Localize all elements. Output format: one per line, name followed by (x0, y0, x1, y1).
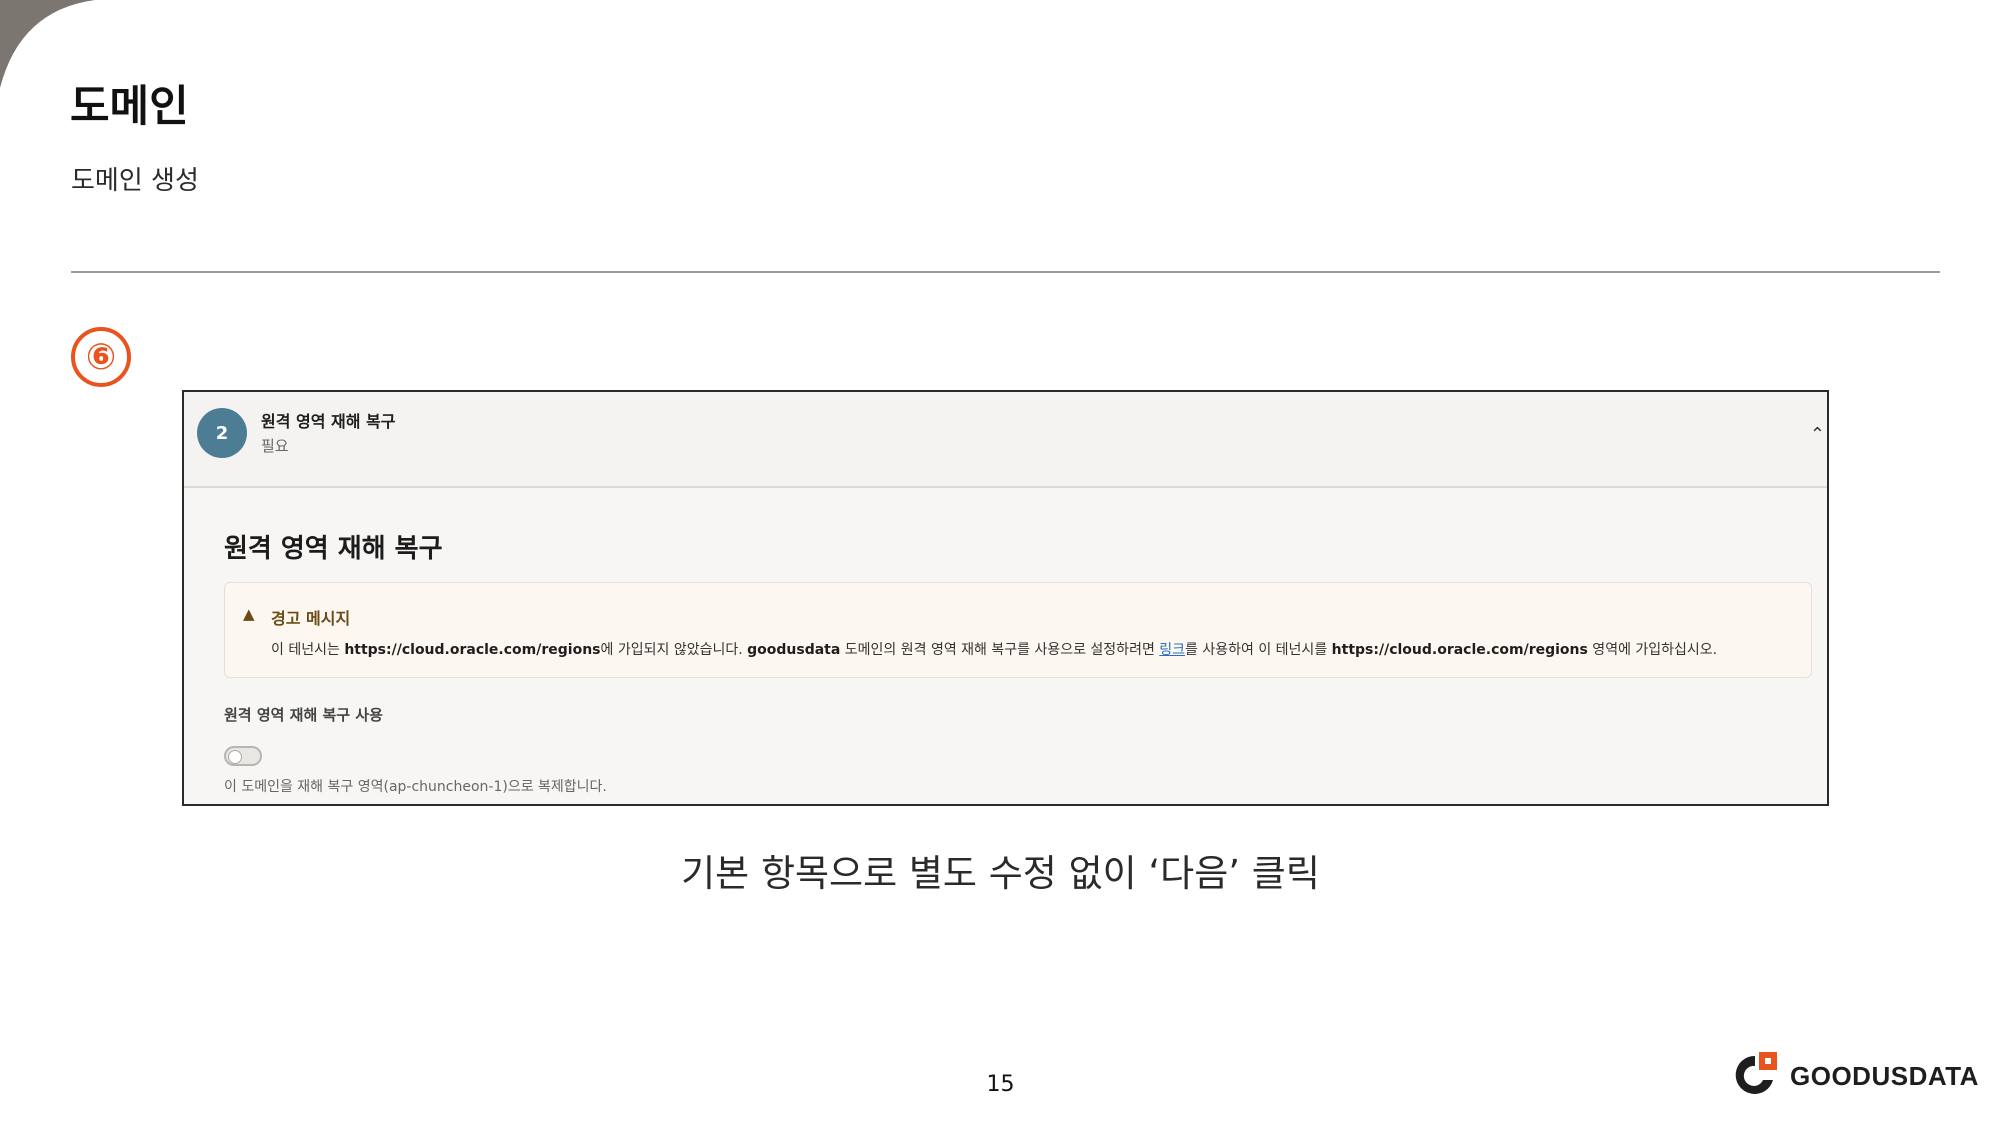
step-status: 필요 (261, 437, 289, 455)
slide-subtitle: 도메인 생성 (71, 166, 199, 196)
regions-url-2: https://cloud.oracle.com/regions (1331, 642, 1588, 658)
slide-title: 도메인 (70, 82, 189, 132)
toggle-label: 원격 영역 재해 복구 사용 (224, 706, 383, 724)
divider (71, 271, 1940, 273)
chevron-up-icon[interactable]: ⌃ (1810, 424, 1825, 445)
warning-title: 경고 메시지 (271, 609, 351, 628)
step-marker: ⑥ (71, 327, 131, 387)
warning-message-box: ▲ 경고 메시지 이 테넌시는 https://cloud.oracle.com… (224, 582, 1812, 678)
logo-text: GOODUSDATA (1790, 1061, 1979, 1091)
subscribe-link[interactable]: 링크 (1159, 642, 1185, 658)
page-number: 15 (986, 1072, 1015, 1097)
step-header[interactable]: 2 원격 영역 재해 복구 필요 ⌃ (184, 392, 1827, 488)
caption: 기본 항목으로 별도 수정 없이 ‘다음’ 클릭 (681, 852, 1320, 895)
disaster-recovery-toggle[interactable] (224, 746, 262, 766)
section-title: 원격 영역 재해 복구 (224, 534, 443, 564)
toggle-help-text: 이 도메인을 재해 복구 영역(ap-chuncheon-1)으로 복제합니다. (224, 779, 607, 795)
step-header-title: 원격 영역 재해 복구 (261, 412, 396, 431)
domain-name: goodusdata (747, 642, 841, 658)
goodusdata-logo-icon (1735, 1052, 1777, 1094)
step-number-badge: 2 (197, 408, 247, 458)
toggle-knob (228, 750, 242, 764)
screenshot-panel: 2 원격 영역 재해 복구 필요 ⌃ 원격 영역 재해 복구 ▲ 경고 메시지 … (182, 390, 1829, 806)
warning-text: 이 테넌시는 https://cloud.oracle.com/regions에… (271, 642, 1718, 658)
warning-triangle-icon: ▲ (243, 605, 255, 623)
regions-url: https://cloud.oracle.com/regions (344, 642, 601, 658)
